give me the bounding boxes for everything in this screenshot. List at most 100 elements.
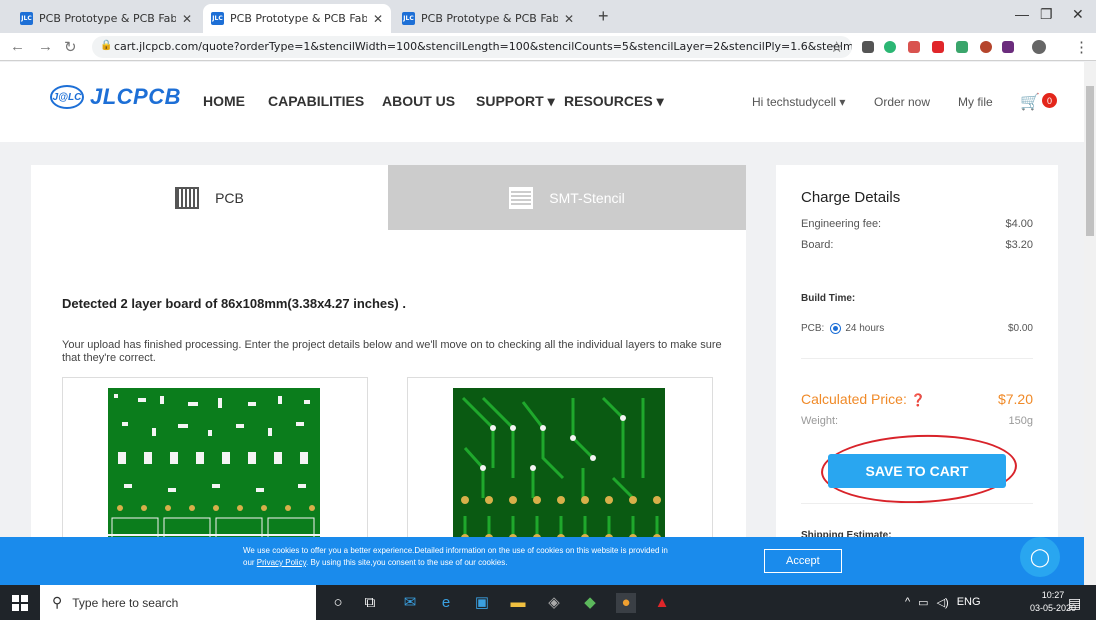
user-menu[interactable]: Hi techstudycell ▾ [752,95,845,109]
nav-capabilities[interactable]: CAPABILITIES [268,93,364,109]
bookmark-star-icon[interactable]: ☆ [830,38,843,56]
close-tab-icon[interactable]: ✕ [176,12,192,26]
url-field[interactable]: 🔒 cart.jlcpcb.com/quote?orderType=1&sten… [92,36,852,58]
nav-resources[interactable]: RESOURCES ▾ [564,93,664,110]
cookie-text-line1: We use cookies to offer you a better exp… [243,546,668,555]
restore-icon[interactable]: ❐ [1040,6,1053,23]
engineering-fee-label: Engineering fee: [801,218,882,230]
privacy-policy-link[interactable]: Privacy Policy [257,558,306,567]
cookie-text-line2b: . By using this site,you consent to the … [306,558,508,567]
scrollbar-thumb[interactable] [1086,86,1094,236]
my-file-link[interactable]: My file [958,95,993,109]
back-icon[interactable]: ← [10,38,25,55]
close-tab-icon[interactable]: ✕ [367,12,383,26]
menu-dots-icon[interactable]: ⋮ [1074,38,1089,56]
divider [801,503,1033,504]
tab-smt-stencil[interactable]: SMT-Stencil [388,165,746,230]
order-now-link[interactable]: Order now [874,95,930,109]
accept-cookies-button[interactable]: Accept [764,549,842,573]
nav-home[interactable]: HOME [203,93,245,109]
chat-support-button[interactable]: ◯ [1020,537,1060,577]
acrobat-icon[interactable]: ▲ [652,593,672,613]
file-explorer-icon[interactable]: ▬ [508,593,528,613]
chrome-icon[interactable]: ● [616,593,636,613]
cookie-banner: We use cookies to offer you a better exp… [0,537,1084,585]
cart-icon[interactable]: 🛒 [1020,92,1040,112]
nav-about-us[interactable]: ABOUT US [382,93,455,109]
extension-icon[interactable] [862,41,874,53]
url-text: cart.jlcpcb.com/quote?orderType=1&stenci… [114,40,852,53]
tab-smt-label: SMT-Stencil [549,189,625,206]
build-time-24h: 24 hours [845,323,885,335]
jlc-favicon-icon: JLC [20,12,33,25]
app-icon[interactable]: ◈ [544,593,564,613]
notification-icon[interactable]: ▤ [1068,595,1081,612]
extension-icon[interactable] [932,41,944,53]
logo-text: JLCPCB [90,84,182,109]
engineering-fee-value: $4.00 [1005,218,1033,230]
store-icon[interactable]: ▣ [472,593,492,613]
weight-label: Weight: [801,415,839,427]
extension-icon[interactable] [956,41,968,53]
web-page: J@LC JLCPCB HOME CAPABILITIES ABOUT US S… [0,62,1084,585]
cortana-icon[interactable]: ○ [328,593,348,613]
lock-icon: 🔒 [100,40,113,51]
browser-tab-2[interactable]: JLC PCB Prototype & PCB Fabrication ✕ [203,4,391,33]
radio-selected-icon[interactable] [830,323,842,334]
minimize-icon[interactable]: — [1015,6,1029,22]
close-window-icon[interactable]: ✕ [1072,6,1084,23]
network-icon[interactable]: ▭ [918,596,928,609]
edge-icon[interactable]: e [436,593,456,613]
search-icon: ⚲ [52,594,63,610]
browser-tab-3[interactable]: JLC PCB Prototype & PCB Fabrication ✕ [394,4,582,33]
jlcpcb-logo[interactable]: J@LC JLCPCB [50,84,181,110]
site-header: J@LC JLCPCB HOME CAPABILITIES ABOUT US S… [0,62,1084,142]
extension-icon[interactable] [1002,41,1014,53]
windows-start-button[interactable] [12,595,28,611]
upload-message: Your upload has finished processing. Ent… [62,339,722,364]
cookie-text-line2a: our [243,558,255,567]
calculated-price-label: Calculated Price: [801,391,907,407]
calculated-price-value: $7.20 [997,391,1033,407]
extension-icon[interactable] [908,41,920,53]
tab-pcb[interactable]: PCB [31,165,388,230]
board-label: Board: [801,239,834,251]
build-time-pcb-row: PCB: 24 hours $0.00 [801,323,1033,334]
charge-details-title: Charge Details [801,189,901,206]
cookie-text: We use cookies to offer you a better exp… [243,545,763,569]
save-to-cart-button[interactable]: SAVE TO CART [828,454,1006,488]
forward-icon[interactable]: → [38,38,53,55]
weight-value: 150g [1008,415,1033,427]
pcb-build-label: PCB: [801,323,825,335]
language-indicator[interactable]: ENG [957,596,981,609]
nav-support[interactable]: SUPPORT ▾ [476,93,555,110]
board-row: Board: $3.20 [801,239,1033,251]
page-scrollbar[interactable] [1084,62,1096,585]
pcb-chip-icon [175,186,200,209]
build-time-label: Build Time: [801,293,856,304]
extension-icon[interactable] [884,41,896,53]
extension-icon[interactable] [980,41,992,53]
close-tab-icon[interactable]: ✕ [558,12,574,26]
help-icon[interactable]: ❓ [911,393,926,407]
calculated-price-row: Calculated Price: ❓ $7.20 [801,391,1033,407]
quote-panel: PCB SMT-Stencil Detected 2 layer board o… [31,165,746,585]
board-value: $3.20 [1005,239,1033,251]
taskbar-search-box[interactable]: ⚲ Type here to search [40,585,316,620]
profile-avatar[interactable] [1032,40,1046,54]
jlc-favicon-icon: JLC [211,12,224,25]
address-bar: ← → ↻ 🔒 cart.jlcpcb.com/quote?orderType=… [0,33,1096,61]
mail-icon[interactable]: ✉ [400,593,420,613]
chevron-up-icon[interactable]: ^ [905,596,910,609]
app-icon[interactable]: ◆ [580,593,600,613]
volume-icon[interactable]: ◁) [937,596,949,609]
task-view-icon[interactable]: ⧉ [360,593,380,613]
reload-icon[interactable]: ↻ [64,38,77,56]
detected-board-info: Detected 2 layer board of 86x108mm(3.38x… [62,296,406,311]
divider [801,358,1033,359]
build-time-option[interactable]: PCB: 24 hours [801,323,884,334]
browser-tab-1[interactable]: JLC PCB Prototype & PCB Fabrication ✕ [12,4,200,33]
new-tab-button[interactable]: + [598,6,609,27]
jlc-favicon-icon: JLC [402,12,415,25]
engineering-fee-row: Engineering fee: $4.00 [801,218,1033,230]
